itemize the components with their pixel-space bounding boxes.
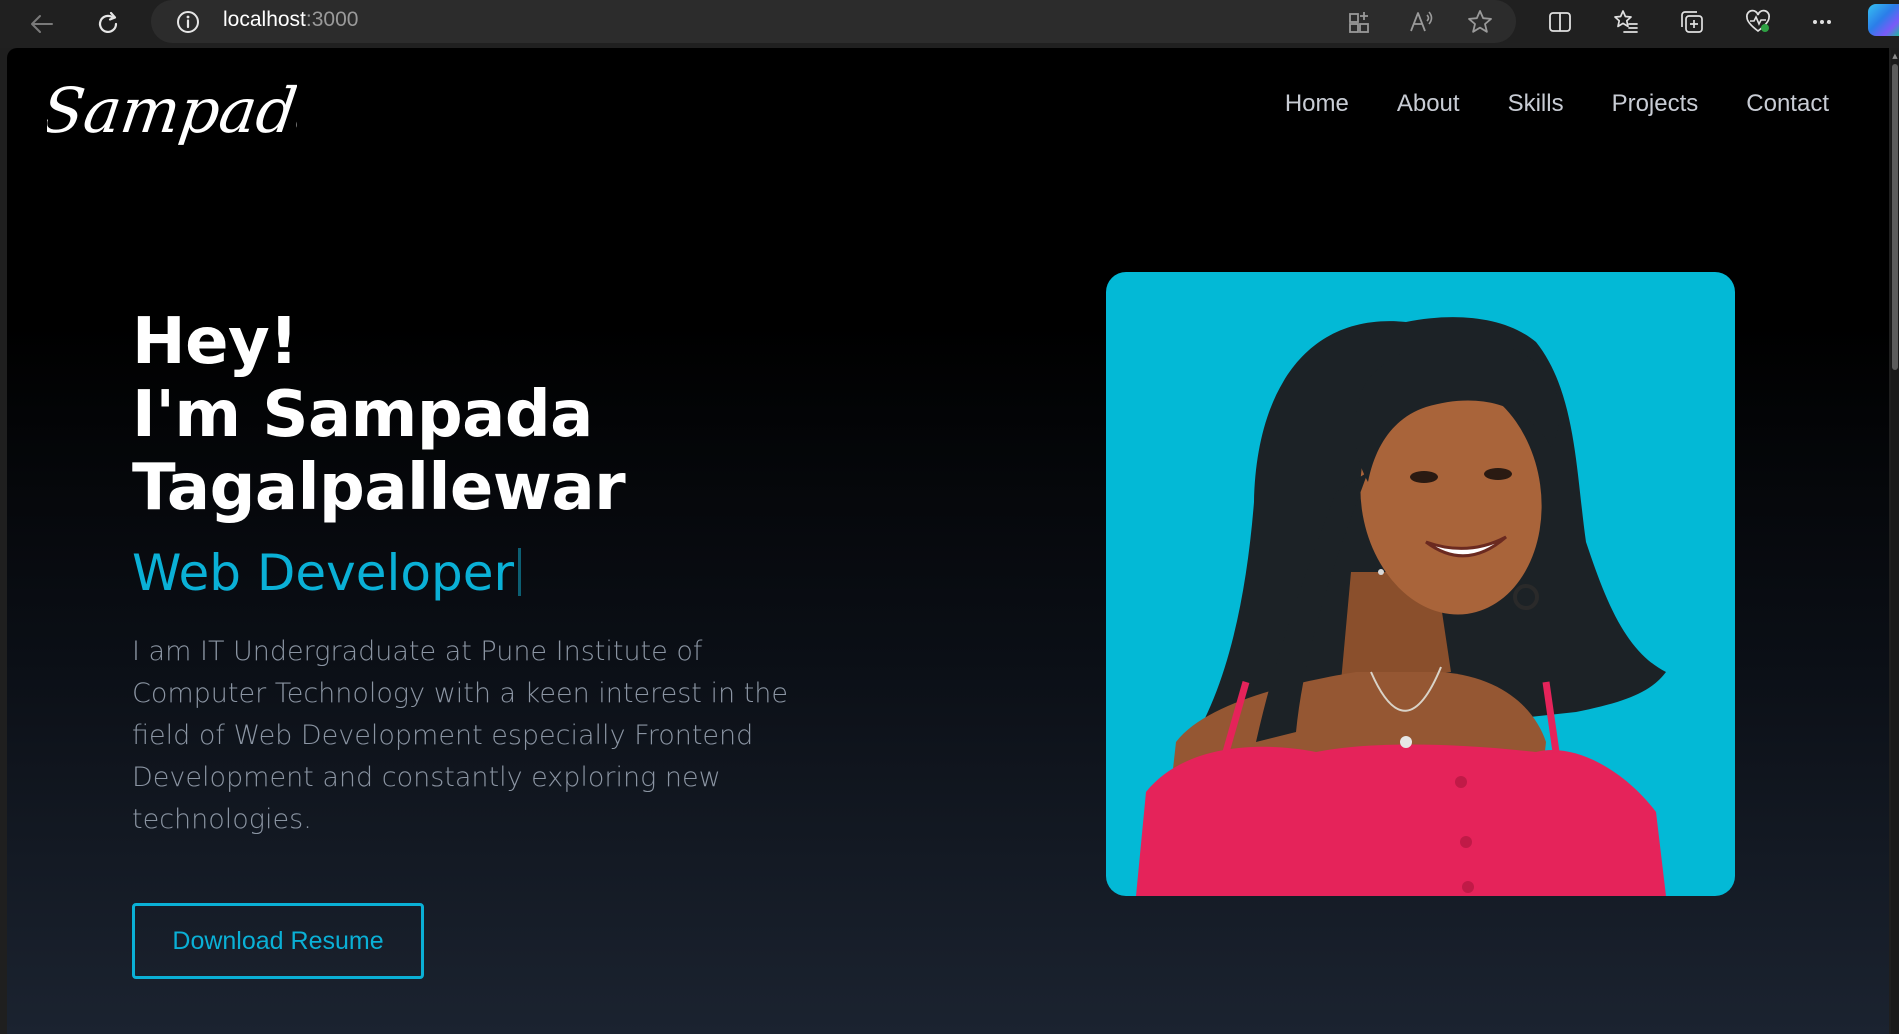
browser-toolbar: localhost:3000 <box>0 0 1899 48</box>
name-line-1: I'm Sampada <box>132 378 593 452</box>
favorite-button[interactable] <box>1464 6 1496 38</box>
profile-portrait <box>1136 317 1666 896</box>
name-line-2: Tagalpallewar <box>132 451 626 525</box>
reload-button[interactable] <box>88 4 128 44</box>
site-logo[interactable]: Sampada <box>47 60 297 160</box>
scroll-up-icon[interactable]: ▲ <box>1891 52 1899 60</box>
back-arrow-icon <box>31 15 53 33</box>
nav-projects[interactable]: Projects <box>1612 90 1699 118</box>
favorites-button[interactable] <box>1610 6 1642 38</box>
nav-skills[interactable]: Skills <box>1508 90 1564 118</box>
heart-pulse-icon <box>1746 9 1770 33</box>
typing-cursor <box>518 548 522 596</box>
url-port: :3000 <box>305 8 359 31</box>
collections-icon <box>1681 11 1703 33</box>
info-icon[interactable] <box>175 9 201 35</box>
page-viewport: Sampada Home About Skills Projects Conta… <box>7 48 1889 1034</box>
favorites-list-icon <box>1614 10 1638 33</box>
back-button[interactable] <box>22 4 62 44</box>
star-icon <box>1468 10 1492 33</box>
browser-essentials-button[interactable] <box>1742 6 1774 38</box>
url-host: localhost <box>223 8 306 31</box>
split-screen-button[interactable] <box>1544 6 1576 38</box>
hero-heading: Hey! I'm Sampada Tagalpallewar <box>132 306 852 525</box>
nav-contact[interactable]: Contact <box>1746 90 1829 118</box>
split-screen-icon <box>1549 12 1571 32</box>
page-scrollbar[interactable]: ▲ <box>1891 50 1899 1034</box>
more-dots-icon <box>1813 20 1831 24</box>
download-resume-button[interactable]: Download Resume <box>132 903 424 979</box>
url-text[interactable]: localhost:3000 <box>223 8 358 32</box>
read-aloud-icon <box>1410 11 1433 32</box>
greeting: Hey! <box>132 305 298 379</box>
nav-home[interactable]: Home <box>1285 90 1349 118</box>
hero-description: I am IT Undergraduate at Pune Institute … <box>132 636 788 835</box>
collections-button[interactable] <box>1676 6 1708 38</box>
read-aloud-button[interactable] <box>1405 6 1437 38</box>
role-text: Web Developer <box>132 544 515 602</box>
logo-text: Sampada <box>47 74 297 147</box>
profile-photo <box>1106 272 1735 896</box>
apps-grid-icon <box>1349 12 1369 33</box>
copilot-button[interactable] <box>1868 4 1899 36</box>
app-available-button[interactable] <box>1344 6 1376 38</box>
main-nav: Home About Skills Projects Contact <box>1285 90 1829 118</box>
settings-more-button[interactable] <box>1806 6 1838 38</box>
scrollbar-thumb[interactable] <box>1892 64 1898 370</box>
role-typewriter: Web Developer <box>132 543 852 603</box>
reload-icon <box>98 11 118 33</box>
nav-about[interactable]: About <box>1397 90 1460 118</box>
address-bar[interactable]: localhost:3000 <box>151 0 1516 43</box>
hero-text: Hey! I'm Sampada Tagalpallewar Web Devel… <box>132 306 852 868</box>
